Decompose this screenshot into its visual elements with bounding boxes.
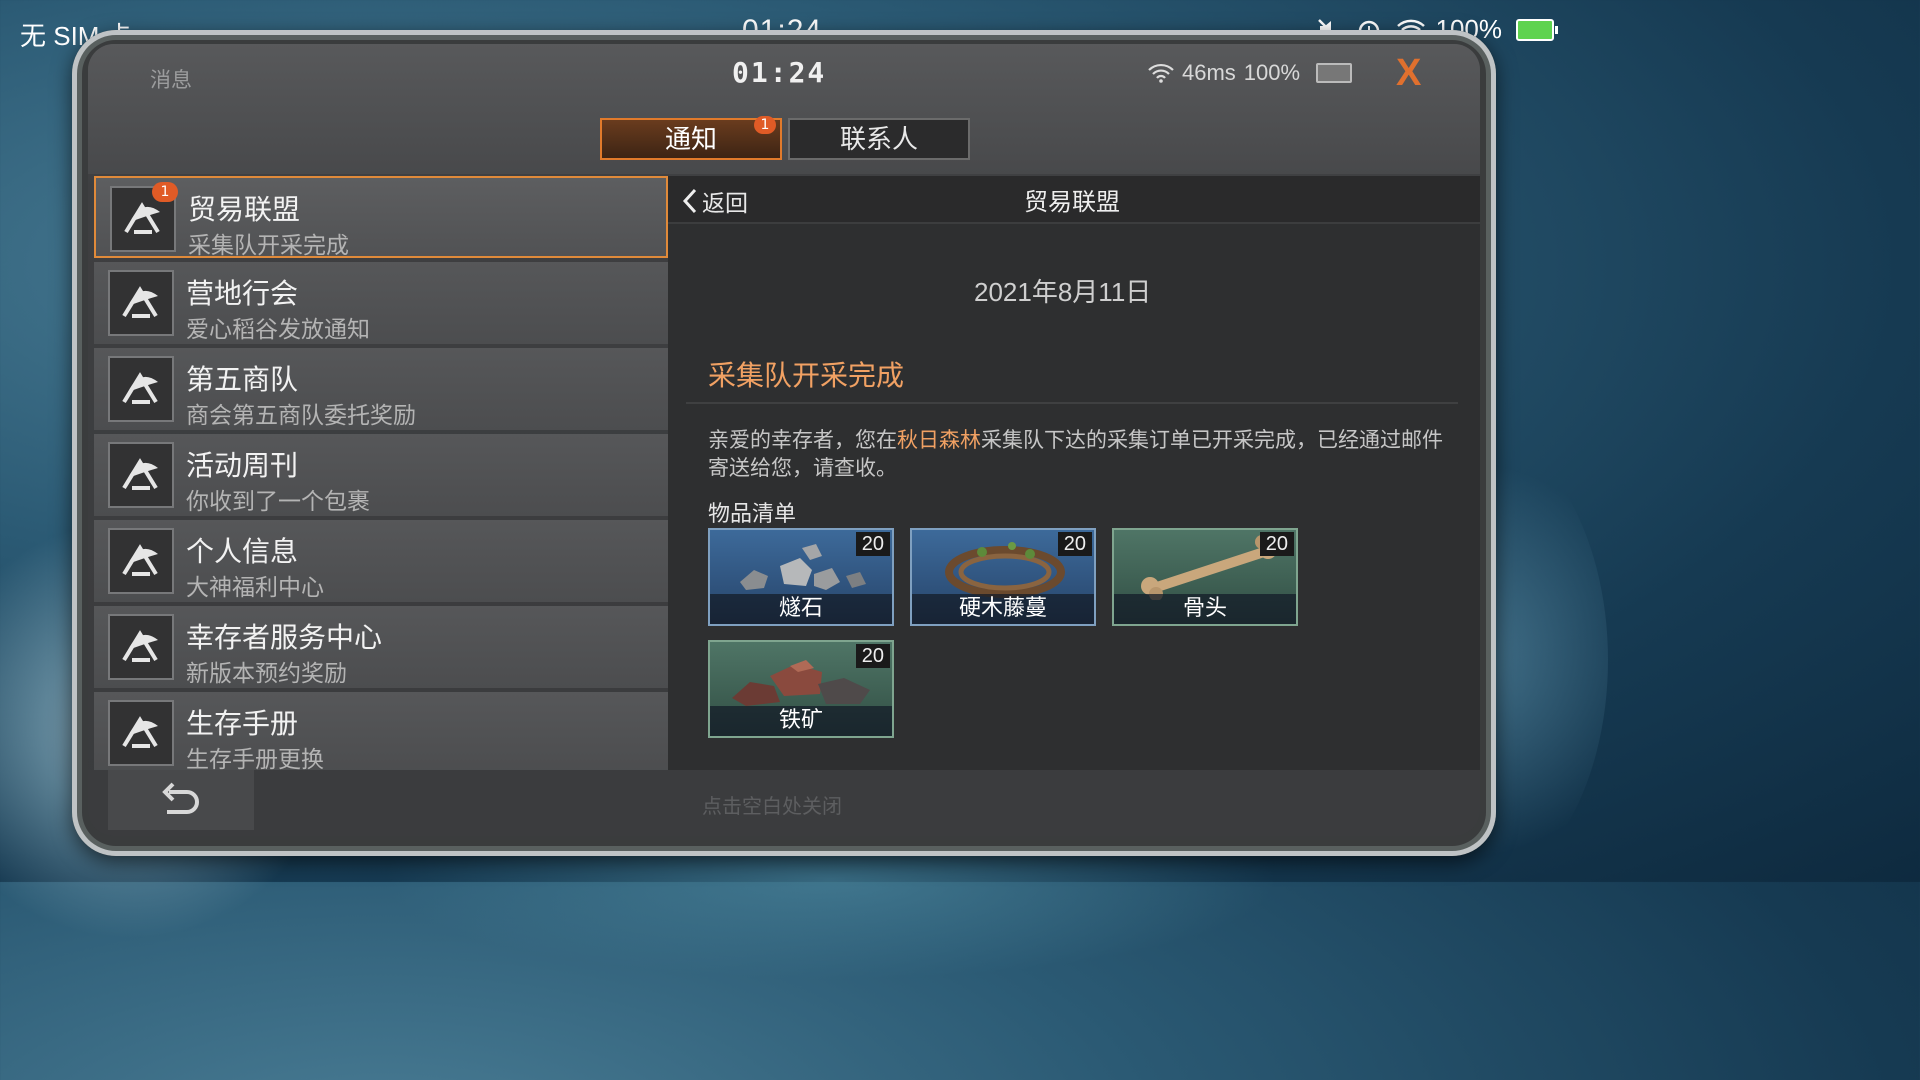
window-title: 消息 <box>150 68 192 92</box>
item-subtitle: 生存手册更换 <box>186 747 324 770</box>
list-item-trade-alliance[interactable]: 1 贸易联盟 采集队开采完成 <box>94 176 668 259</box>
item-count: 20 <box>1057 532 1092 556</box>
return-button[interactable] <box>108 770 254 830</box>
unread-badge: 1 <box>754 116 776 134</box>
item-subtitle: 新版本预约奖励 <box>186 661 347 687</box>
item-name: 第五商队 <box>186 363 299 396</box>
satellite-dish-icon <box>108 700 174 766</box>
detail-header: 返回 贸易联盟 <box>668 176 1480 224</box>
item-count: 20 <box>1259 532 1294 556</box>
satellite-dish-icon <box>108 270 174 336</box>
list-item-survivor-service[interactable]: 幸存者服务中心 新版本预约奖励 <box>94 606 668 688</box>
body-text-prefix: 亲爱的幸存者，您在 <box>708 428 897 452</box>
back-label: 返回 <box>702 191 748 217</box>
detail-title: 贸易联盟 <box>1024 188 1120 216</box>
list-item-fifth-caravan[interactable]: 第五商队 商会第五商队委托奖励 <box>94 348 668 430</box>
item-count: 20 <box>855 644 890 668</box>
item-name: 燧石 <box>710 594 892 624</box>
item-name: 硬木藤蔓 <box>912 594 1094 624</box>
mail-body: 亲爱的幸存者，您在秋日森林采集队下达的采集订单已开采完成，已经通过邮件寄送给您，… <box>708 426 1448 482</box>
game-time: 01:24 <box>732 56 827 89</box>
unread-badge: 1 <box>152 182 178 202</box>
item-name: 生存手册 <box>186 707 299 740</box>
item-list-label: 物品清单 <box>708 502 797 527</box>
chevron-left-icon <box>682 188 697 214</box>
satellite-dish-icon <box>108 528 174 594</box>
satellite-dish-icon <box>108 614 174 680</box>
back-button[interactable]: 返回 <box>682 184 748 218</box>
tab-bar: 通知 1 联系人 <box>600 116 970 160</box>
wifi-icon <box>1148 63 1174 83</box>
reward-item-bone[interactable]: 20 骨头 <box>1112 528 1298 626</box>
tab-label: 通知 <box>664 125 717 155</box>
battery-icon <box>1316 63 1353 83</box>
item-name: 个人信息 <box>186 535 299 568</box>
list-item-personal-info[interactable]: 个人信息 大神福利中心 <box>94 520 668 602</box>
item-name: 贸易联盟 <box>188 193 301 226</box>
reward-item-hardwood-vine[interactable]: 20 硬木藤蔓 <box>910 528 1096 626</box>
item-name: 骨头 <box>1114 594 1296 624</box>
message-window: 消息 01:24 46ms 100% X 通知 1 联系人 1 贸易联盟 采集队… <box>88 44 1480 836</box>
bottom-bar: 点击空白处关闭 <box>88 770 1480 836</box>
item-name: 铁矿 <box>710 706 892 736</box>
reward-item-iron-ore[interactable]: 20 铁矿 <box>708 640 894 738</box>
close-hint[interactable]: 点击空白处关闭 <box>702 790 842 819</box>
item-name: 幸存者服务中心 <box>186 621 383 654</box>
item-subtitle: 大神福利中心 <box>186 575 324 601</box>
list-item-survival-manual[interactable]: 生存手册 生存手册更换 <box>94 692 668 770</box>
network-status: 46ms 100% <box>1148 60 1353 86</box>
latency-text: 46ms <box>1182 60 1236 85</box>
location-highlight: 秋日森林 <box>897 428 981 452</box>
reward-item-flint[interactable]: 20 燧石 <box>708 528 894 626</box>
tab-contacts[interactable]: 联系人 <box>788 118 970 160</box>
item-subtitle: 商会第五商队委托奖励 <box>186 403 416 429</box>
satellite-dish-icon <box>108 442 174 508</box>
message-detail-panel: 返回 贸易联盟 2021年8月11日 采集队开采完成 亲爱的幸存者，您在秋日森林… <box>668 176 1480 770</box>
list-item-weekly[interactable]: 活动周刊 你收到了一个包裹 <box>94 434 668 516</box>
divider <box>686 402 1458 404</box>
close-button[interactable]: X <box>1396 52 1421 95</box>
item-subtitle: 你收到了一个包裹 <box>186 489 370 515</box>
sender-list[interactable]: 1 贸易联盟 采集队开采完成 营地行会 爱心稻谷发放通知 第五商队 商会第五商队… <box>94 176 668 770</box>
item-name: 营地行会 <box>186 277 299 310</box>
item-subtitle: 采集队开采完成 <box>188 233 349 259</box>
item-count: 20 <box>855 532 890 556</box>
satellite-dish-icon <box>108 356 174 422</box>
mail-date: 2021年8月11日 <box>974 277 1152 307</box>
battery-icon <box>1516 18 1558 41</box>
item-name: 活动周刊 <box>186 449 299 482</box>
tab-notifications[interactable]: 通知 1 <box>600 116 782 160</box>
item-subtitle: 爱心稻谷发放通知 <box>186 317 370 343</box>
undo-arrow-icon <box>162 782 199 814</box>
game-battery-text: 100% <box>1243 60 1301 85</box>
list-item-camp-guild[interactable]: 营地行会 爱心稻谷发放通知 <box>94 262 668 344</box>
tab-label: 联系人 <box>839 125 918 155</box>
mail-subject: 采集队开采完成 <box>708 359 905 392</box>
